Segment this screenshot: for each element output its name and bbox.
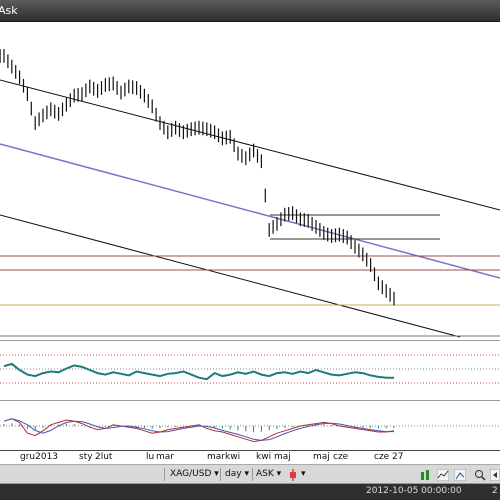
- status-extra: 2: [492, 486, 498, 496]
- osc2-macd-line: [3, 418, 394, 441]
- indicator-icon: [454, 469, 466, 481]
- period-label: day: [225, 469, 242, 479]
- scroll-button[interactable]: [490, 469, 500, 481]
- xaxis-label: mar: [207, 452, 225, 462]
- price-type-select[interactable]: ASK ▾: [256, 469, 281, 479]
- symbol-select[interactable]: XAG/USD ▾: [170, 469, 219, 479]
- xaxis-label: mar: [156, 452, 174, 462]
- price-chart-pane[interactable]: [0, 22, 500, 338]
- toolbar-separator: [220, 468, 221, 481]
- dropdown-arrow-icon: ▾: [214, 469, 219, 479]
- osc2-signal-line: [3, 418, 395, 443]
- dropdown-arrow-icon: ▾: [301, 469, 306, 479]
- window-titlebar: Ask: [0, 0, 500, 22]
- xaxis-label: cze: [333, 452, 349, 462]
- xaxis-label: kwi: [225, 452, 241, 462]
- chart-type-menu[interactable]: ▾: [301, 469, 306, 479]
- line-type-button[interactable]: [437, 469, 449, 481]
- oscillator-pane-2[interactable]: [0, 400, 500, 450]
- line-type-icon: [437, 469, 449, 481]
- xaxis-label: sty: [79, 452, 93, 462]
- xaxis-label: cze: [374, 452, 390, 462]
- toolbar-separator: [252, 468, 253, 481]
- xaxis-label: kwi: [256, 452, 272, 462]
- xaxis-label: gru2013: [20, 452, 59, 462]
- period-select[interactable]: day ▾: [225, 469, 249, 479]
- scroll-icon: [490, 469, 500, 481]
- channel-top-line[interactable]: [0, 79, 500, 211]
- toolbar-separator: [164, 468, 165, 481]
- window-title: Ask: [0, 4, 18, 17]
- bar-type-icon: [421, 470, 429, 480]
- oscillator-pane-1[interactable]: [0, 340, 500, 398]
- xaxis-label: lu: [146, 452, 155, 462]
- candle-type-button[interactable]: [288, 469, 298, 481]
- candle-type-icon: [290, 469, 296, 481]
- osc1-line: [3, 362, 394, 381]
- price-chart[interactable]: [0, 22, 500, 338]
- time-axis: gru2013 sty 2lut lu mar mar kwi kwi maj …: [0, 450, 500, 465]
- xaxis-label: 2lut: [95, 452, 113, 462]
- xaxis-label: 27: [392, 452, 404, 462]
- symbol-label: XAG/USD: [170, 469, 212, 479]
- xaxis-label: maj: [274, 452, 291, 462]
- status-datetime: 2012-10-05 00:00:00: [366, 486, 462, 496]
- dropdown-arrow-icon: ▾: [244, 469, 249, 479]
- zoom-button[interactable]: [474, 469, 486, 481]
- price-type-label: ASK: [256, 469, 274, 479]
- status-bar: 2012-10-05 00:00:00 2: [0, 484, 500, 500]
- zoom-icon: [475, 470, 486, 481]
- indicator-button[interactable]: [454, 469, 466, 481]
- regression-line[interactable]: [0, 143, 500, 279]
- channel-bottom-line[interactable]: [0, 214, 461, 338]
- xaxis-label: maj: [313, 452, 330, 462]
- bar-type-button[interactable]: [420, 469, 432, 481]
- chart-toolbar: XAG/USD ▾ day ▾ ASK ▾ ▾: [0, 464, 500, 484]
- oscillator-chart-2[interactable]: [0, 401, 500, 451]
- dropdown-arrow-icon: ▾: [276, 469, 282, 479]
- oscillator-chart-1[interactable]: [0, 341, 500, 399]
